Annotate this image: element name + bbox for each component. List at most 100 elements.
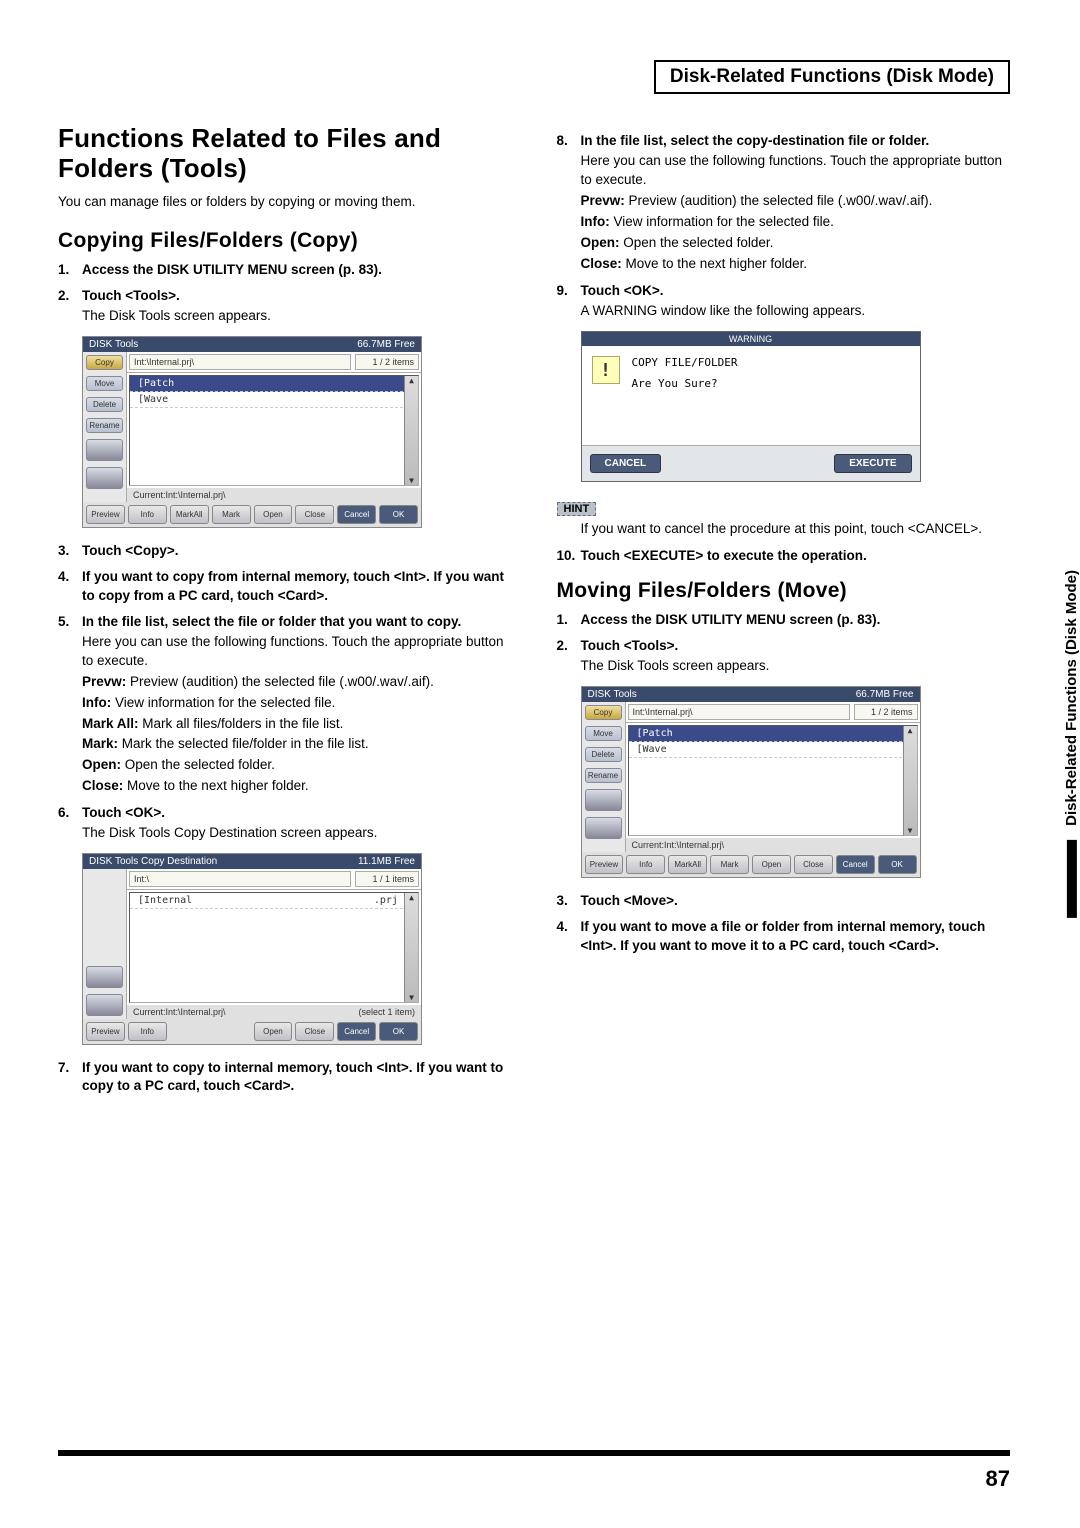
mark-button[interactable]: Mark	[212, 505, 251, 524]
move-step-1: 1.Access the DISK UTILITY MENU screen (p…	[557, 611, 1011, 629]
section-heading-move: Moving Files/Folders (Move)	[557, 579, 1011, 603]
warning-icon: !	[592, 356, 620, 384]
move-step-4: 4.If you want to move a file or folder f…	[557, 918, 1011, 954]
side-tab-bar-icon	[1067, 840, 1077, 918]
markall-button[interactable]: MarkAll	[668, 855, 707, 874]
step-4: 4.If you want to copy from internal memo…	[58, 568, 512, 604]
step-7-text: If you want to copy to internal memory, …	[82, 1060, 503, 1093]
warning-cancel-button[interactable]: CANCEL	[590, 454, 662, 473]
def-open: Open:	[82, 757, 121, 772]
open-button[interactable]: Open	[254, 1022, 293, 1041]
file-list[interactable]: [Patch] [Wave]	[129, 375, 419, 486]
file-row[interactable]: [Internal.prj ]	[130, 893, 418, 909]
side-delete-button[interactable]: Delete	[86, 397, 123, 412]
def-info: Info:	[581, 214, 610, 229]
fig-button-row: Preview Info MarkAll Mark Open Close Can…	[83, 502, 421, 527]
items-count: 1 / 1 items	[355, 871, 419, 887]
footer-rule	[58, 1450, 1010, 1456]
path-field: Int:\Internal.prj\	[628, 704, 850, 720]
ok-button[interactable]: OK	[379, 1022, 418, 1041]
def-close: Close:	[82, 778, 123, 793]
preview-button[interactable]: Preview	[585, 855, 624, 874]
side-tab: Disk-Related Functions (Disk Mode)	[1063, 570, 1080, 918]
def-prevw: Prevw:	[581, 193, 625, 208]
step-7: 7.If you want to copy to internal memory…	[58, 1059, 512, 1095]
ok-button[interactable]: OK	[379, 505, 418, 524]
open-button[interactable]: Open	[254, 505, 293, 524]
fig-sidebar: Copy Move Delete Rename	[582, 702, 626, 852]
content-columns: Functions Related to Files and Folders (…	[58, 124, 1010, 1098]
side-card-icon[interactable]	[86, 467, 123, 489]
def-mark: Mark:	[82, 736, 118, 751]
step-10: 10.Touch <EXECUTE> to execute the operat…	[557, 547, 1011, 565]
file-row[interactable]: [Patch]	[629, 726, 917, 742]
fig-title: DISK Tools	[89, 339, 138, 350]
warning-title: WARNING	[582, 332, 920, 346]
step-9-text: Touch <OK>.	[581, 283, 664, 298]
fig-title: DISK Tools	[588, 689, 637, 700]
close-button[interactable]: Close	[295, 505, 334, 524]
file-row[interactable]: [Wave]	[130, 392, 418, 408]
file-list[interactable]: [Internal.prj ]	[129, 892, 419, 1003]
close-button[interactable]: Close	[295, 1022, 334, 1041]
side-card-icon[interactable]	[585, 817, 622, 839]
side-move-button[interactable]: Move	[585, 726, 622, 741]
fig-button-row: Preview Info MarkAll Mark Open Close Can…	[582, 852, 920, 877]
move-step-3: 3.Touch <Move>.	[557, 892, 1011, 910]
scrollbar[interactable]	[404, 893, 418, 1002]
side-move-button[interactable]: Move	[86, 376, 123, 391]
step-4-text: If you want to copy from internal memory…	[82, 569, 504, 602]
side-delete-button[interactable]: Delete	[585, 747, 622, 762]
fig-footer-path: Current:Int:\Internal.prj\	[133, 1007, 226, 1017]
preview-button[interactable]: Preview	[86, 505, 125, 524]
step-9: 9.Touch <OK>.	[557, 282, 1011, 300]
preview-button[interactable]: Preview	[86, 1022, 125, 1041]
step-5-text: In the file list, select the file or fol…	[82, 614, 461, 629]
intro-text: You can manage files or folders by copyi…	[58, 194, 512, 209]
step-8-text: In the file list, select the copy-destin…	[581, 133, 930, 148]
step-3: 3.Touch <Copy>.	[58, 542, 512, 560]
warning-execute-button[interactable]: EXECUTE	[834, 454, 911, 473]
info-button[interactable]: Info	[128, 505, 167, 524]
side-copy-button[interactable]: Copy	[585, 705, 622, 720]
move-step-2: 2.Touch <Tools>.	[557, 637, 1011, 655]
hint-body: If you want to cancel the procedure at t…	[581, 520, 1011, 539]
step-2-body: The Disk Tools screen appears.	[82, 307, 512, 326]
side-int-icon[interactable]	[86, 966, 123, 988]
mark-button[interactable]: Mark	[710, 855, 749, 874]
step-6: 6.Touch <OK>.	[58, 804, 512, 822]
ok-button[interactable]: OK	[878, 855, 917, 874]
def-open: Open:	[581, 235, 620, 250]
side-rename-button[interactable]: Rename	[86, 418, 123, 433]
file-row[interactable]: [Wave]	[629, 742, 917, 758]
file-row[interactable]: [Patch]	[130, 376, 418, 392]
cancel-button[interactable]: Cancel	[337, 505, 376, 524]
open-button[interactable]: Open	[752, 855, 791, 874]
fig-title: DISK Tools Copy Destination	[89, 856, 217, 867]
side-card-icon[interactable]	[86, 994, 123, 1016]
side-rename-button[interactable]: Rename	[585, 768, 622, 783]
def-info: Info:	[82, 695, 111, 710]
step-6-text: Touch <OK>.	[82, 805, 165, 820]
path-field: Int:\Internal.prj\	[129, 354, 351, 370]
side-int-icon[interactable]	[86, 439, 123, 461]
step-2: 2.Touch <Tools>.	[58, 287, 512, 305]
fig-footer-sel: (select 1 item)	[358, 1007, 415, 1017]
info-button[interactable]: Info	[128, 1022, 167, 1041]
step-10-text: Touch <EXECUTE> to execute the operation…	[581, 548, 867, 563]
cancel-button[interactable]: Cancel	[836, 855, 875, 874]
figure-disk-tools: DISK Tools66.7MB Free Copy Move Delete R…	[82, 336, 422, 528]
side-int-icon[interactable]	[585, 789, 622, 811]
cancel-button[interactable]: Cancel	[337, 1022, 376, 1041]
step-6-body: The Disk Tools Copy Destination screen a…	[82, 824, 512, 843]
close-button[interactable]: Close	[794, 855, 833, 874]
fig-free: 11.1MB Free	[358, 856, 415, 867]
scrollbar[interactable]	[903, 726, 917, 835]
scrollbar[interactable]	[404, 376, 418, 485]
step-8-body: Here you can use the following functions…	[581, 152, 1011, 190]
move-step-1-text: Access the DISK UTILITY MENU screen (p. …	[581, 612, 881, 627]
side-copy-button[interactable]: Copy	[86, 355, 123, 370]
markall-button[interactable]: MarkAll	[170, 505, 209, 524]
info-button[interactable]: Info	[626, 855, 665, 874]
file-list[interactable]: [Patch] [Wave]	[628, 725, 918, 836]
